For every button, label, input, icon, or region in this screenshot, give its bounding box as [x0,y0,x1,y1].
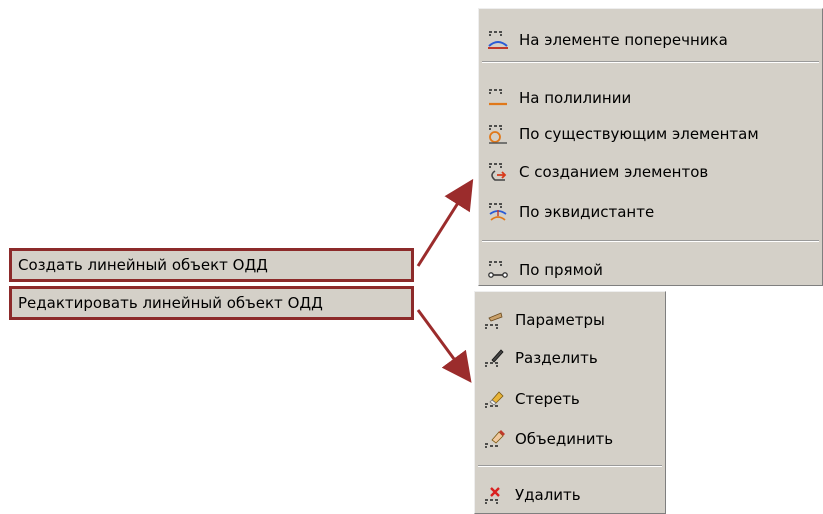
menu-item-erase[interactable]: Стереть [475,386,665,412]
create-linear-object-item[interactable]: Создать линейный объект ОДД [9,248,414,282]
menu-item-label: На элементе поперечника [519,31,728,49]
menu-item-label: Разделить [515,349,598,367]
menu-item-label: По прямой [519,261,603,279]
delete-icon [485,487,500,504]
menu-item-straight-line[interactable]: По прямой [479,257,822,283]
arrow-to-edit-submenu [416,309,472,383]
menu-item-label: По эквидистанте [519,203,655,221]
menu-item-label: С созданием элементов [519,163,709,181]
menu-item-label: Объединить [515,430,614,448]
menu-item-label: Удалить [515,486,581,504]
menu-item-create-elements[interactable]: С созданием элементов [479,159,822,185]
merge-icon [485,430,505,448]
menu-item-equidistant[interactable]: По эквидистанте [479,199,822,225]
edit-linear-object-label: Редактировать линейный объект ОДД [18,294,323,312]
menu-item-label: Параметры [515,311,605,329]
menu-item-label: По существующим элементам [519,125,759,143]
menu-separator [478,465,662,467]
equidistant-icon [489,203,507,221]
menu-item-label: Стереть [515,390,580,408]
edit-linear-object-item[interactable]: Редактировать линейный объект ОДД [9,286,414,320]
parameters-icon [485,312,503,329]
straight-line-icon [488,261,508,278]
arrow-to-create-submenu [416,178,474,267]
menu-item-delete[interactable]: Удалить [475,482,665,508]
menu-separator [482,240,819,242]
polyline-icon [489,89,507,106]
erase-icon [485,391,504,408]
menu-item-parameters[interactable]: Параметры [475,307,665,333]
menu-item-merge[interactable]: Объединить [475,426,665,452]
menu-item-polyline[interactable]: На полилинии [479,85,822,111]
menu-item-label: На полилинии [519,89,632,107]
menu-item-existing-elements[interactable]: По существующим элементам [479,121,822,147]
menu-item-cross-element[interactable]: На элементе поперечника [479,27,822,53]
create-elements-icon [489,163,507,181]
edit-submenu: Параметры Разделить Стереть Объединить У… [474,291,666,514]
menu-separator [482,61,819,63]
existing-elements-icon [489,125,507,144]
menu-item-split[interactable]: Разделить [475,345,665,371]
cross-element-icon [488,31,508,49]
create-submenu: На элементе поперечника На полилинии По … [478,8,823,286]
create-linear-object-label: Создать линейный объект ОДД [18,256,268,274]
split-icon [485,349,504,367]
